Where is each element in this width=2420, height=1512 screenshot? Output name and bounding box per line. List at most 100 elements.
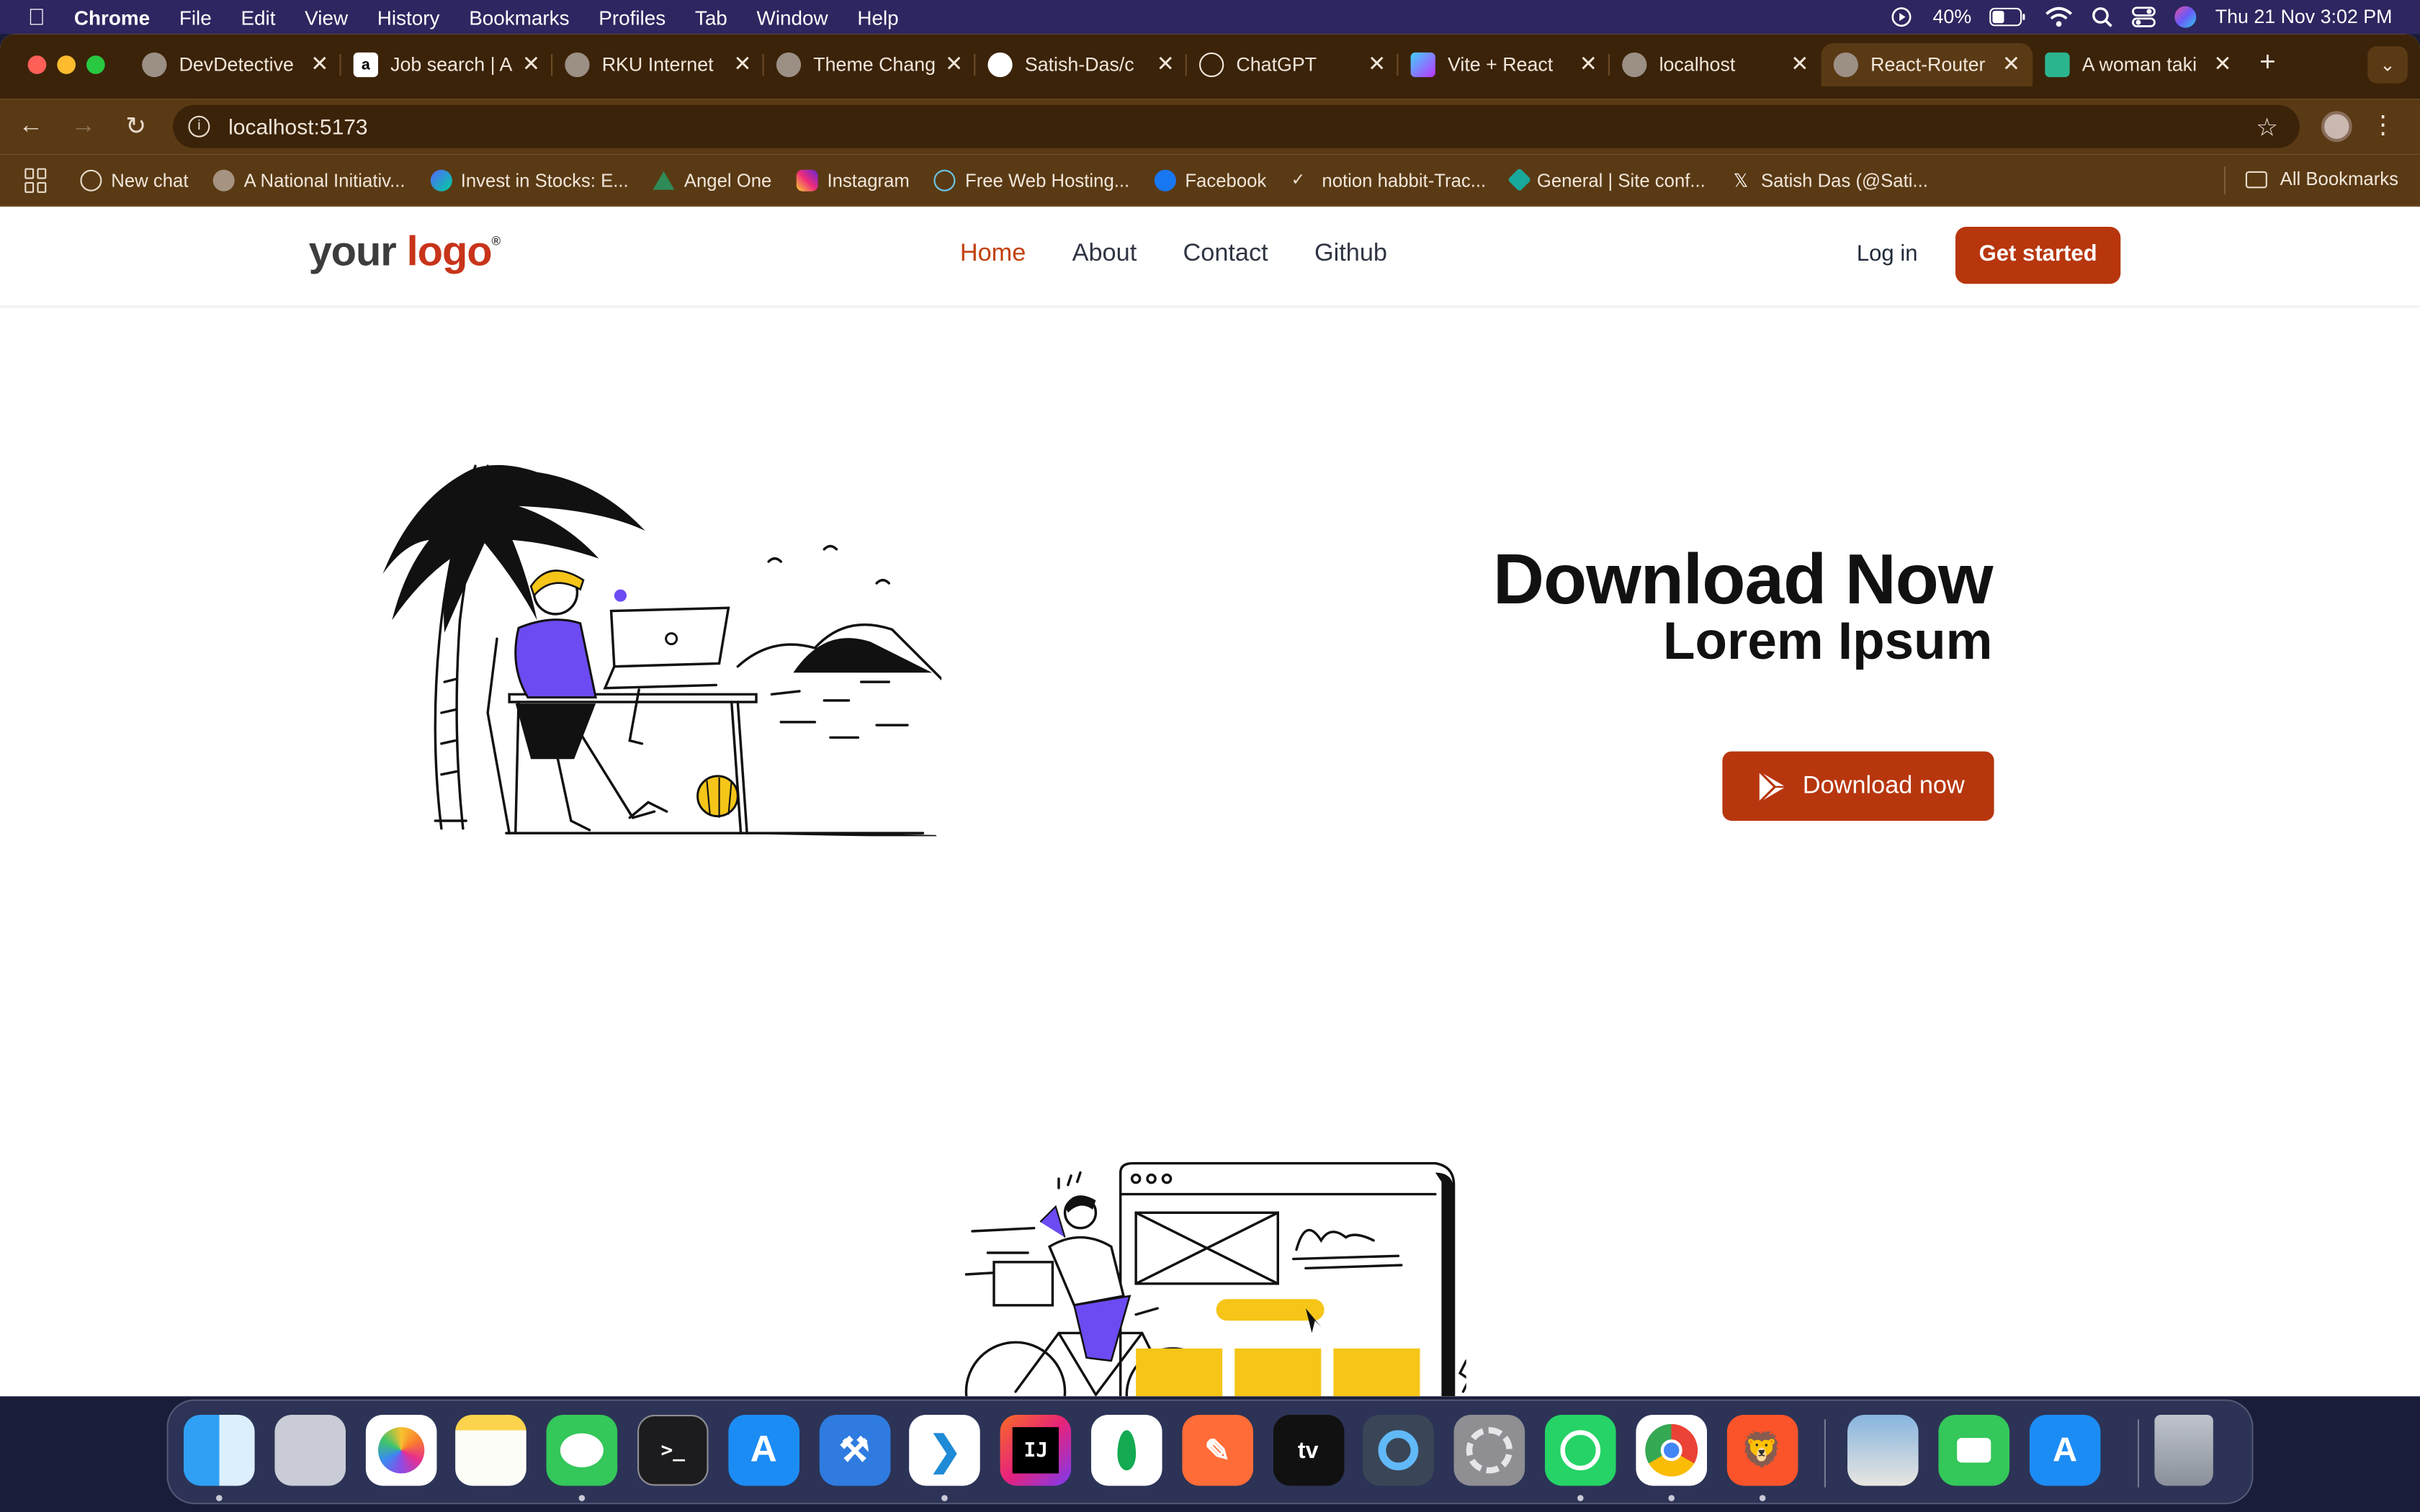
all-bookmarks-button[interactable]: All Bookmarks xyxy=(2246,168,2398,190)
apple-tv-icon[interactable]: tv xyxy=(1272,1414,1344,1486)
bookmark-national-initiative[interactable]: A National Initiativ... xyxy=(212,168,405,191)
system-settings-icon[interactable] xyxy=(1453,1414,1525,1486)
site-info-icon[interactable]: i xyxy=(188,115,210,138)
site-logo[interactable]: your logo® xyxy=(309,228,501,276)
tab-search-chevron-icon[interactable]: ⌄ xyxy=(2367,46,2408,84)
close-tab-icon[interactable]: ✕ xyxy=(1791,51,1809,77)
photos-icon[interactable] xyxy=(364,1414,436,1486)
vscode-icon[interactable]: ❯ xyxy=(909,1414,981,1501)
finder-icon[interactable] xyxy=(183,1414,255,1501)
new-tab-icon[interactable]: + xyxy=(2259,46,2276,78)
close-tab-icon[interactable]: ✕ xyxy=(310,51,328,77)
preview-icon[interactable] xyxy=(1847,1414,1919,1486)
brave-icon[interactable]: 🦁 xyxy=(1726,1414,1798,1501)
bookmark-instagram[interactable]: Instagram xyxy=(796,168,910,191)
bookmark-facebook[interactable]: Facebook xyxy=(1154,168,1266,191)
battery-icon[interactable] xyxy=(1989,7,2027,27)
bookmark-star-icon[interactable]: ☆ xyxy=(2256,112,2278,143)
tab-theme-change[interactable]: Theme Chang ✕ xyxy=(764,43,976,86)
address-url[interactable]: localhost:5173 xyxy=(228,114,367,139)
reload-icon[interactable]: ↻ xyxy=(120,111,151,142)
close-tab-icon[interactable]: ✕ xyxy=(1368,51,1386,77)
menu-edit[interactable]: Edit xyxy=(241,6,275,29)
tab-label: Job search | A xyxy=(390,54,513,76)
facetime-icon[interactable] xyxy=(1938,1414,2010,1486)
menu-history[interactable]: History xyxy=(377,6,440,29)
menu-profiles[interactable]: Profiles xyxy=(599,6,666,29)
menu-window[interactable]: Window xyxy=(757,6,828,29)
close-tab-icon[interactable]: ✕ xyxy=(2213,51,2231,77)
menu-bookmarks[interactable]: Bookmarks xyxy=(469,6,569,29)
close-tab-icon[interactable]: ✕ xyxy=(522,51,540,77)
menu-help[interactable]: Help xyxy=(857,6,898,29)
bookmark-new-chat[interactable]: New chat xyxy=(80,168,188,191)
chrome-menu-icon[interactable]: ⋮ xyxy=(2370,109,2395,140)
intellij-icon[interactable]: IJ xyxy=(1000,1414,1072,1486)
apps-grid-icon[interactable] xyxy=(24,167,49,192)
zoom-window-button[interactable] xyxy=(86,55,105,74)
siri-icon[interactable] xyxy=(2175,6,2197,28)
close-tab-icon[interactable]: ✕ xyxy=(945,51,963,77)
bookmark-angel-one[interactable]: Angel One xyxy=(653,169,771,191)
screen-record-icon[interactable] xyxy=(1890,6,1914,28)
bookmark-invest-stocks[interactable]: Invest in Stocks: E... xyxy=(429,168,629,191)
menu-file[interactable]: File xyxy=(179,6,212,29)
netlify-icon xyxy=(1507,167,1531,192)
menu-view[interactable]: View xyxy=(305,6,348,29)
nav-link-github[interactable]: Github xyxy=(1314,240,1387,269)
get-started-button[interactable]: Get started xyxy=(1955,227,2121,284)
chrome-icon[interactable] xyxy=(1635,1414,1707,1501)
logo-registered-mark: ® xyxy=(491,234,501,248)
spotlight-search-icon[interactable] xyxy=(2092,6,2113,28)
profile-avatar[interactable] xyxy=(2321,111,2352,143)
tab-devdetective[interactable]: DevDetective ✕ xyxy=(130,43,341,86)
tab-react-router[interactable]: React-Router ✕ xyxy=(1821,43,2033,86)
bookmark-general-site-conf[interactable]: General | Site conf... xyxy=(1507,167,1706,192)
forward-arrow-icon[interactable]: → xyxy=(68,112,99,140)
tab-vite-react[interactable]: Vite + React ✕ xyxy=(1398,43,1610,86)
simulator-icon[interactable]: A xyxy=(2029,1414,2101,1486)
messages-icon[interactable] xyxy=(546,1414,618,1501)
quicktime-icon[interactable] xyxy=(1363,1414,1435,1486)
close-tab-icon[interactable]: ✕ xyxy=(1579,51,1597,77)
bookmark-notion-habbit[interactable]: ✓ notion habbit-Trac... xyxy=(1291,169,1487,191)
app-store-icon[interactable]: A xyxy=(727,1414,799,1486)
close-tab-icon[interactable]: ✕ xyxy=(733,51,751,77)
bookmark-satish-das-x[interactable]: 𝕏 Satish Das (@Sati... xyxy=(1730,169,1928,191)
tab-a-woman-taking[interactable]: A woman taki ✕ xyxy=(2033,43,2244,86)
xcode-icon[interactable]: ⚒ xyxy=(818,1414,890,1486)
mongodb-compass-icon[interactable] xyxy=(1090,1414,1162,1486)
bookmark-label: Angel One xyxy=(684,168,772,191)
login-link[interactable]: Log in xyxy=(1857,242,1918,266)
tab-chatgpt[interactable]: ChatGPT ✕ xyxy=(1187,43,1399,86)
wifi-icon[interactable] xyxy=(2045,6,2074,28)
tab-localhost[interactable]: localhost ✕ xyxy=(1610,43,1821,86)
close-tab-icon[interactable]: ✕ xyxy=(2002,51,2020,77)
minimize-window-button[interactable] xyxy=(57,55,76,74)
nav-link-contact[interactable]: Contact xyxy=(1183,240,1268,269)
menu-app-name[interactable]: Chrome xyxy=(74,6,150,29)
notes-icon[interactable] xyxy=(455,1414,527,1486)
close-window-button[interactable] xyxy=(27,55,47,74)
whatsapp-icon[interactable] xyxy=(1544,1414,1616,1501)
menubar-clock[interactable]: Thu 21 Nov 3:02 PM xyxy=(2215,6,2393,28)
tab-github-satish[interactable]: Satish-Das/c ✕ xyxy=(975,43,1187,86)
nav-link-about[interactable]: About xyxy=(1072,240,1137,269)
bookmark-label: General | Site conf... xyxy=(1536,168,1706,191)
address-bar[interactable]: i localhost:5173 ☆ xyxy=(173,104,2300,148)
postman-icon[interactable]: ✎ xyxy=(1181,1414,1253,1486)
nav-link-home[interactable]: Home xyxy=(960,240,1026,269)
trash-icon[interactable] xyxy=(2154,1414,2213,1486)
tab-job-search[interactable]: a Job search | A ✕ xyxy=(341,43,553,86)
control-center-icon[interactable] xyxy=(2132,6,2156,28)
bookmark-free-web-hosting[interactable]: Free Web Hosting... xyxy=(934,168,1129,191)
back-arrow-icon[interactable]: ← xyxy=(15,112,46,140)
menu-tab[interactable]: Tab xyxy=(695,6,727,29)
close-tab-icon[interactable]: ✕ xyxy=(1157,51,1175,77)
download-now-button[interactable]: Download now xyxy=(1722,751,1994,821)
apple-icon[interactable]:  xyxy=(28,4,53,30)
launchpad-icon[interactable] xyxy=(274,1414,346,1486)
terminal-icon[interactable]: >_ xyxy=(637,1414,709,1486)
tab-rku-internet[interactable]: RKU Internet ✕ xyxy=(552,43,764,86)
openai-icon xyxy=(80,168,102,191)
